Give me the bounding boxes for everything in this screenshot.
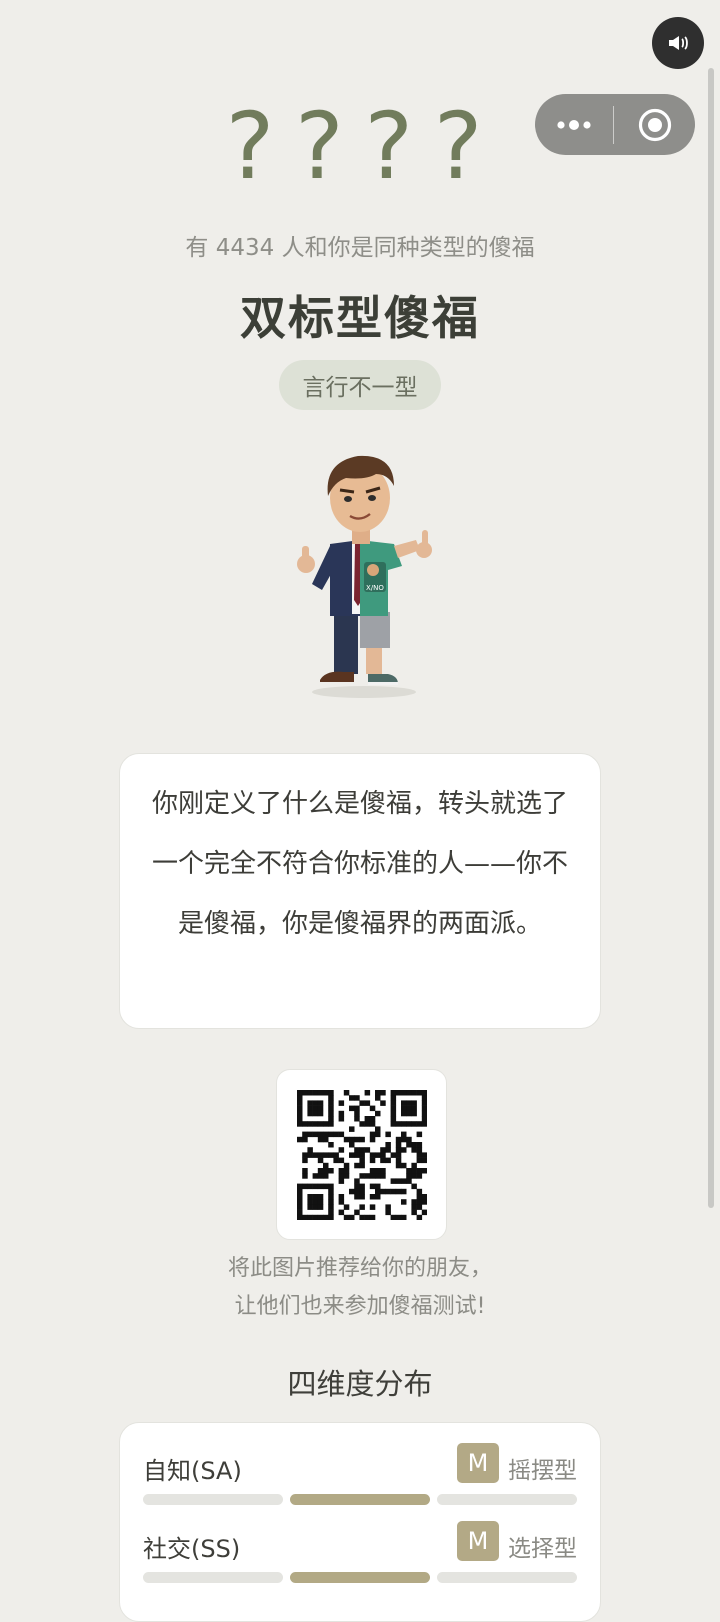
dimensions-title: 四维度分布 [287,1367,433,1401]
dimension-level-bar [143,1494,577,1505]
description-card: 你刚定义了什么是傻福，转头就选了一个完全不符合你标准的人——你不是傻福，你是傻福… [119,753,601,1029]
level-segment-mid [290,1494,430,1505]
dimension-level-badge: M [457,1521,499,1561]
dimension-label: 社交(SS) [143,1535,241,1563]
speaker-icon [669,36,688,50]
dimension-level-badge: M [457,1443,499,1483]
qr-code [276,1069,447,1240]
level-segment-mid [290,1572,430,1583]
dimension-label: 自知(SA) [143,1457,242,1485]
qr-code-image [296,1089,427,1220]
share-line-1: 将此图片推荐给你的朋友， [227,1256,492,1281]
dimension-row: 社交(SS) M 选择型 [143,1521,577,1591]
level-segment-low [143,1572,283,1583]
type-tag: 言行不一型 [279,360,441,410]
share-line-2: 让他们也来参加傻福测试! [234,1294,486,1319]
level-segment-high [437,1494,577,1505]
dimension-type: 摇摆型 [508,1458,577,1484]
dimension-level-bar [143,1572,577,1583]
shirt-print-text: X/NO [366,584,384,592]
character-illustration: X/NO [272,452,448,704]
result-type-name: 双标型傻福 [240,291,480,345]
level-segment-high [437,1572,577,1583]
share-prompt: 将此图片推荐给你的朋友， 让他们也来参加傻福测试! [0,1250,720,1326]
dimension-type: 选择型 [508,1536,577,1562]
dimensions-card: 自知(SA) M 摇摆型 社交(SS) M 选择型 [119,1422,601,1622]
type-code: ???? [221,93,499,200]
dimension-row: 自知(SA) M 摇摆型 [143,1443,577,1513]
level-segment-low [143,1494,283,1505]
sound-button[interactable] [652,17,704,69]
same-type-count: 有 4434 人和你是同种类型的傻福 [185,235,535,261]
description-text: 你刚定义了什么是傻福，转头就选了一个完全不符合你标准的人——你不是傻福，你是傻福… [151,789,568,939]
